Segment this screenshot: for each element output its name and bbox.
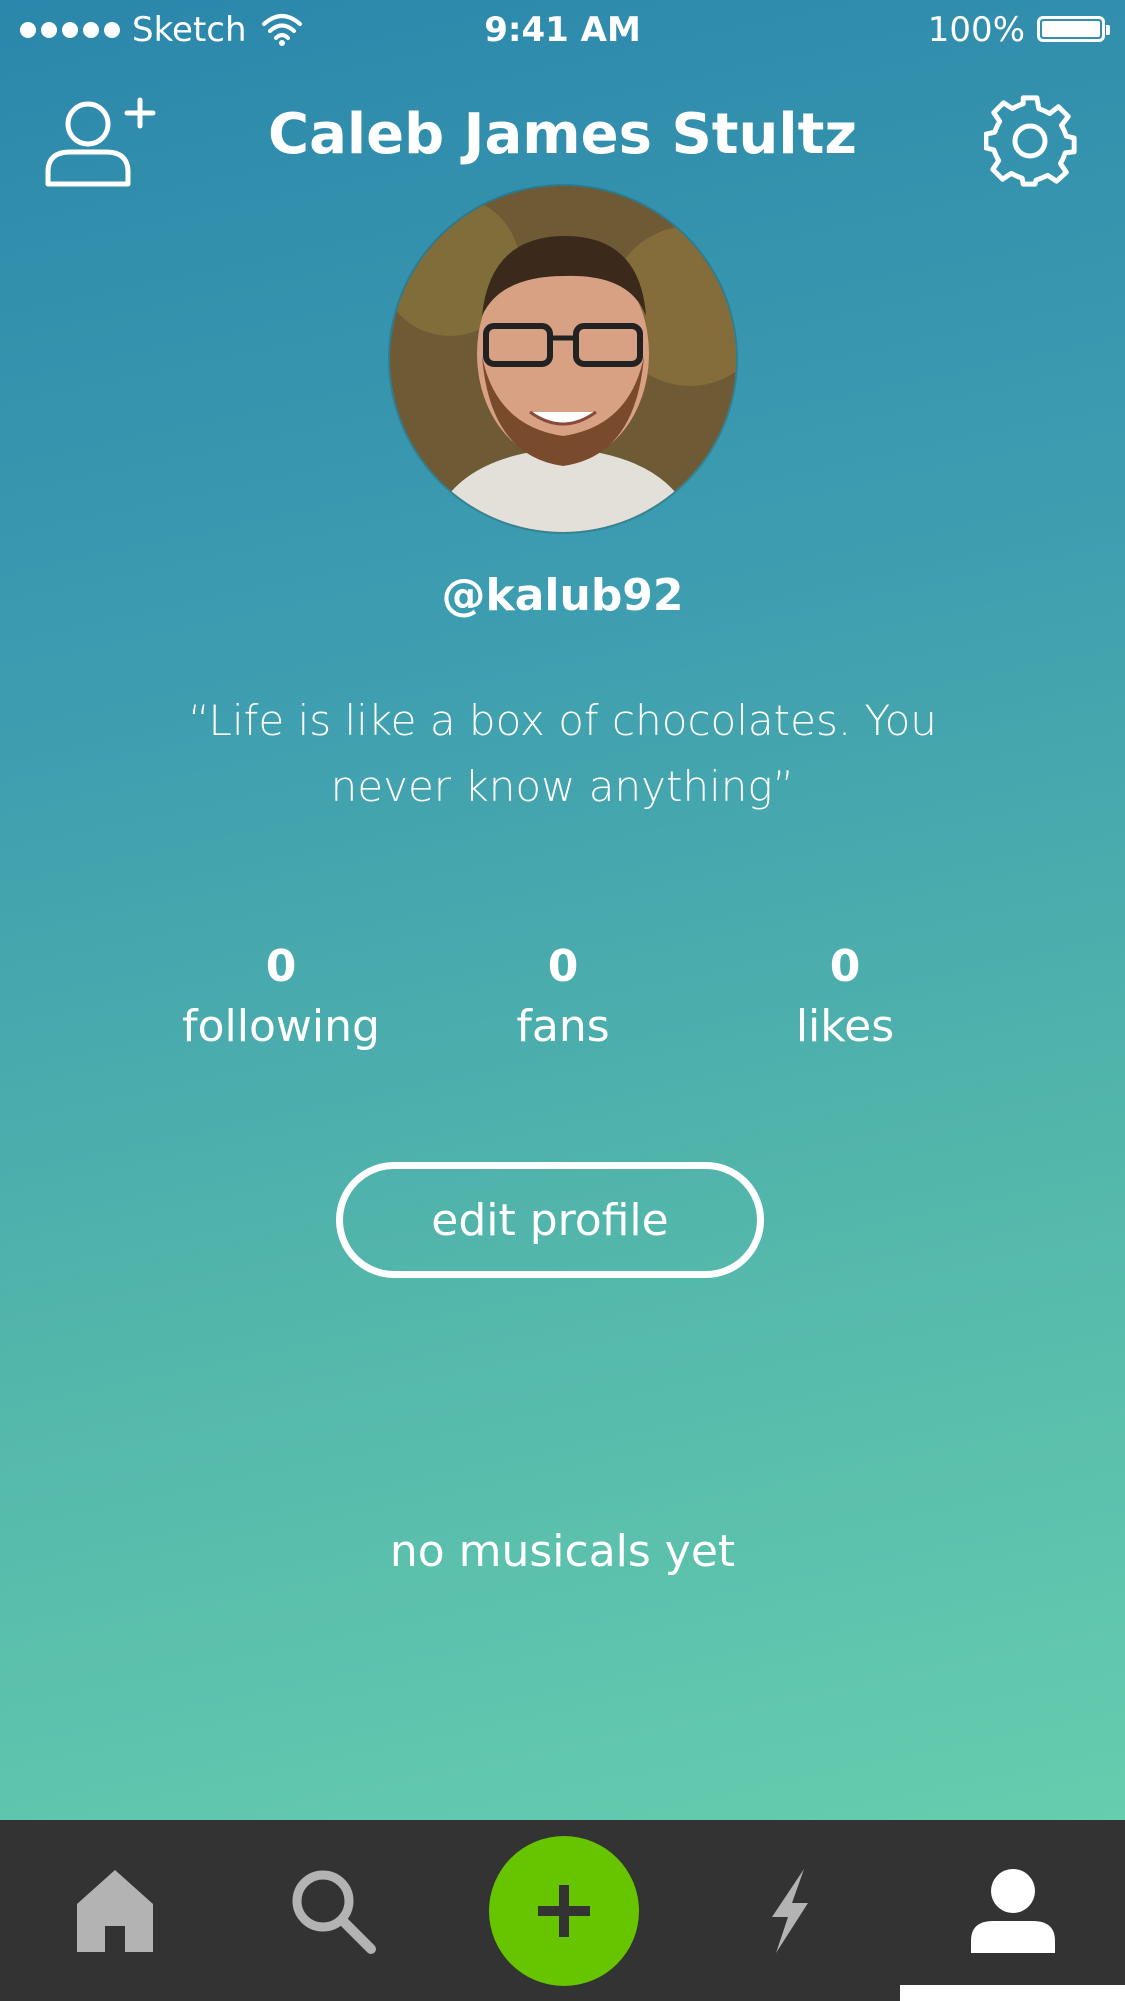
lightning-icon [772,1868,808,1953]
search-icon [292,1870,376,1954]
stat-fans[interactable]: 0 fans [433,940,693,1060]
tab-activity[interactable] [714,1820,864,2001]
stat-following-value: 0 [265,941,297,992]
stat-fans-value: 0 [547,941,579,992]
page-title: Caleb James Stultz [268,102,857,167]
stat-likes[interactable]: 0 likes [715,940,975,1060]
battery-icon [1037,16,1110,42]
stat-following-label: following [182,1001,380,1052]
avatar-photo [390,186,736,532]
tab-home[interactable] [40,1820,190,2001]
profile-screen: Sketch 9:41 AM 100% Caleb James Stultz @… [0,0,1125,1820]
stat-likes-value: 0 [829,941,861,992]
tab-profile[interactable] [938,1820,1088,2001]
empty-state-message: no musicals yet [389,1526,736,1577]
battery-percentage: 100% [927,10,1025,50]
avatar[interactable] [390,186,736,532]
active-tab-indicator [900,1985,1125,2001]
create-button[interactable] [489,1836,639,1986]
gear-icon[interactable] [984,94,1078,188]
profile-icon [971,1868,1055,1953]
plus-icon [538,1885,590,1937]
stat-following[interactable]: 0 following [151,940,411,1060]
username-handle: @kalub92 [441,570,684,621]
stat-likes-label: likes [795,1001,895,1052]
stat-fans-label: fans [516,1001,610,1052]
tab-search[interactable] [258,1820,408,2001]
profile-bio: “Life is like a box of chocolates. You n… [188,696,937,811]
edit-profile-button[interactable]: edit profile [336,1162,764,1278]
home-icon [77,1869,153,1952]
status-bar: Sketch 9:41 AM 100% [0,0,1125,62]
